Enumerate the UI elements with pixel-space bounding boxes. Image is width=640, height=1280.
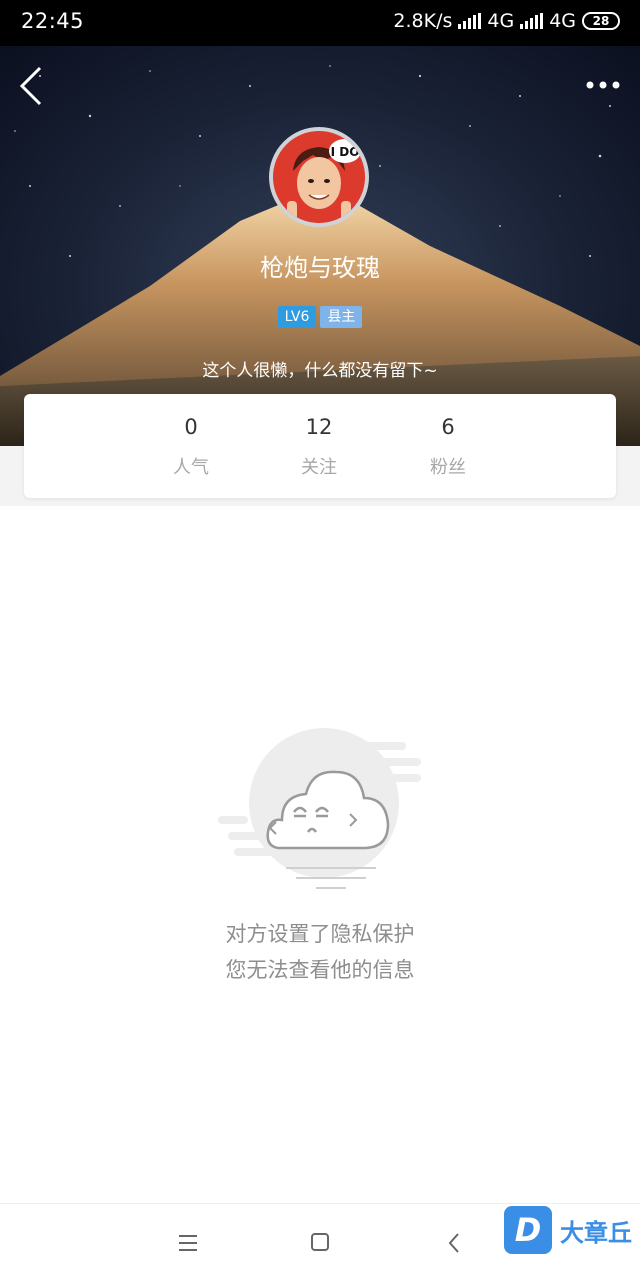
- back-button[interactable]: [14, 64, 54, 108]
- menu-icon: [179, 1235, 197, 1251]
- battery-icon: 28: [582, 12, 620, 30]
- more-horizontal-icon: [586, 81, 620, 89]
- starry-mountain-background: [0, 65, 640, 446]
- title-badge: 县主: [320, 306, 363, 328]
- username: 枪炮与玫瑰: [260, 254, 380, 282]
- level-badge: LV6: [277, 306, 317, 328]
- user-badges: LV6 县主: [0, 306, 640, 328]
- network-type-2: 4G: [549, 10, 576, 32]
- stat-popularity[interactable]: 0 人气: [141, 394, 241, 479]
- stat-value: 0: [184, 415, 198, 439]
- user-bio: 这个人很懒，什么都没有留下~: [202, 361, 438, 381]
- stats-card: 0 人气 12 关注 6 粉丝: [24, 394, 616, 498]
- chevron-left-icon: [19, 66, 42, 106]
- signal-icon: [458, 13, 482, 29]
- profile-header: I DO 枪炮与玫瑰 LV6 县主 这个人很懒，什么都没有留下~: [0, 46, 640, 446]
- back-triangle-icon: [448, 1233, 459, 1253]
- avatar[interactable]: I DO: [269, 127, 369, 227]
- nav-back-button[interactable]: [440, 1228, 470, 1258]
- home-square-icon: [311, 1233, 329, 1251]
- battery-level: 28: [592, 14, 610, 28]
- avatar-speech-text: I DO: [331, 145, 360, 159]
- signal-icon-2: [520, 13, 544, 29]
- profile-screen: 22:45 2.8K/s 4G 4G 28 I DO 枪炮与玫瑰 LV6 县主 …: [0, 0, 640, 1280]
- stat-value: 12: [305, 415, 333, 439]
- cloud-empty-icon: [218, 728, 421, 889]
- stat-label: 人气: [173, 457, 209, 478]
- status-bar: 22:45 2.8K/s 4G 4G 28: [0, 0, 640, 46]
- status-indicators: 2.8K/s 4G 4G 28: [393, 10, 620, 32]
- privacy-message-line1: 对方设置了隐私保护: [225, 922, 415, 946]
- network-speed: 2.8K/s: [393, 10, 453, 32]
- status-time: 22:45: [21, 9, 85, 33]
- more-button[interactable]: [580, 70, 628, 100]
- stat-label: 关注: [301, 457, 337, 478]
- stat-value: 6: [441, 415, 455, 439]
- stat-label: 粉丝: [430, 457, 466, 478]
- watermark-text: 大章丘: [560, 1218, 632, 1247]
- nav-home-button[interactable]: [306, 1228, 336, 1258]
- stat-following[interactable]: 12 关注: [269, 394, 369, 479]
- nav-menu-button[interactable]: [174, 1228, 204, 1258]
- avatar-image: I DO: [273, 131, 365, 223]
- stat-followers[interactable]: 6 粉丝: [398, 394, 498, 479]
- privacy-message-line2: 您无法查看他的信息: [225, 958, 415, 982]
- watermark-logo: D: [504, 1206, 552, 1254]
- network-type-1: 4G: [487, 10, 515, 32]
- watermark: D 大章丘: [504, 1204, 632, 1256]
- empty-state-illustration: [216, 728, 426, 894]
